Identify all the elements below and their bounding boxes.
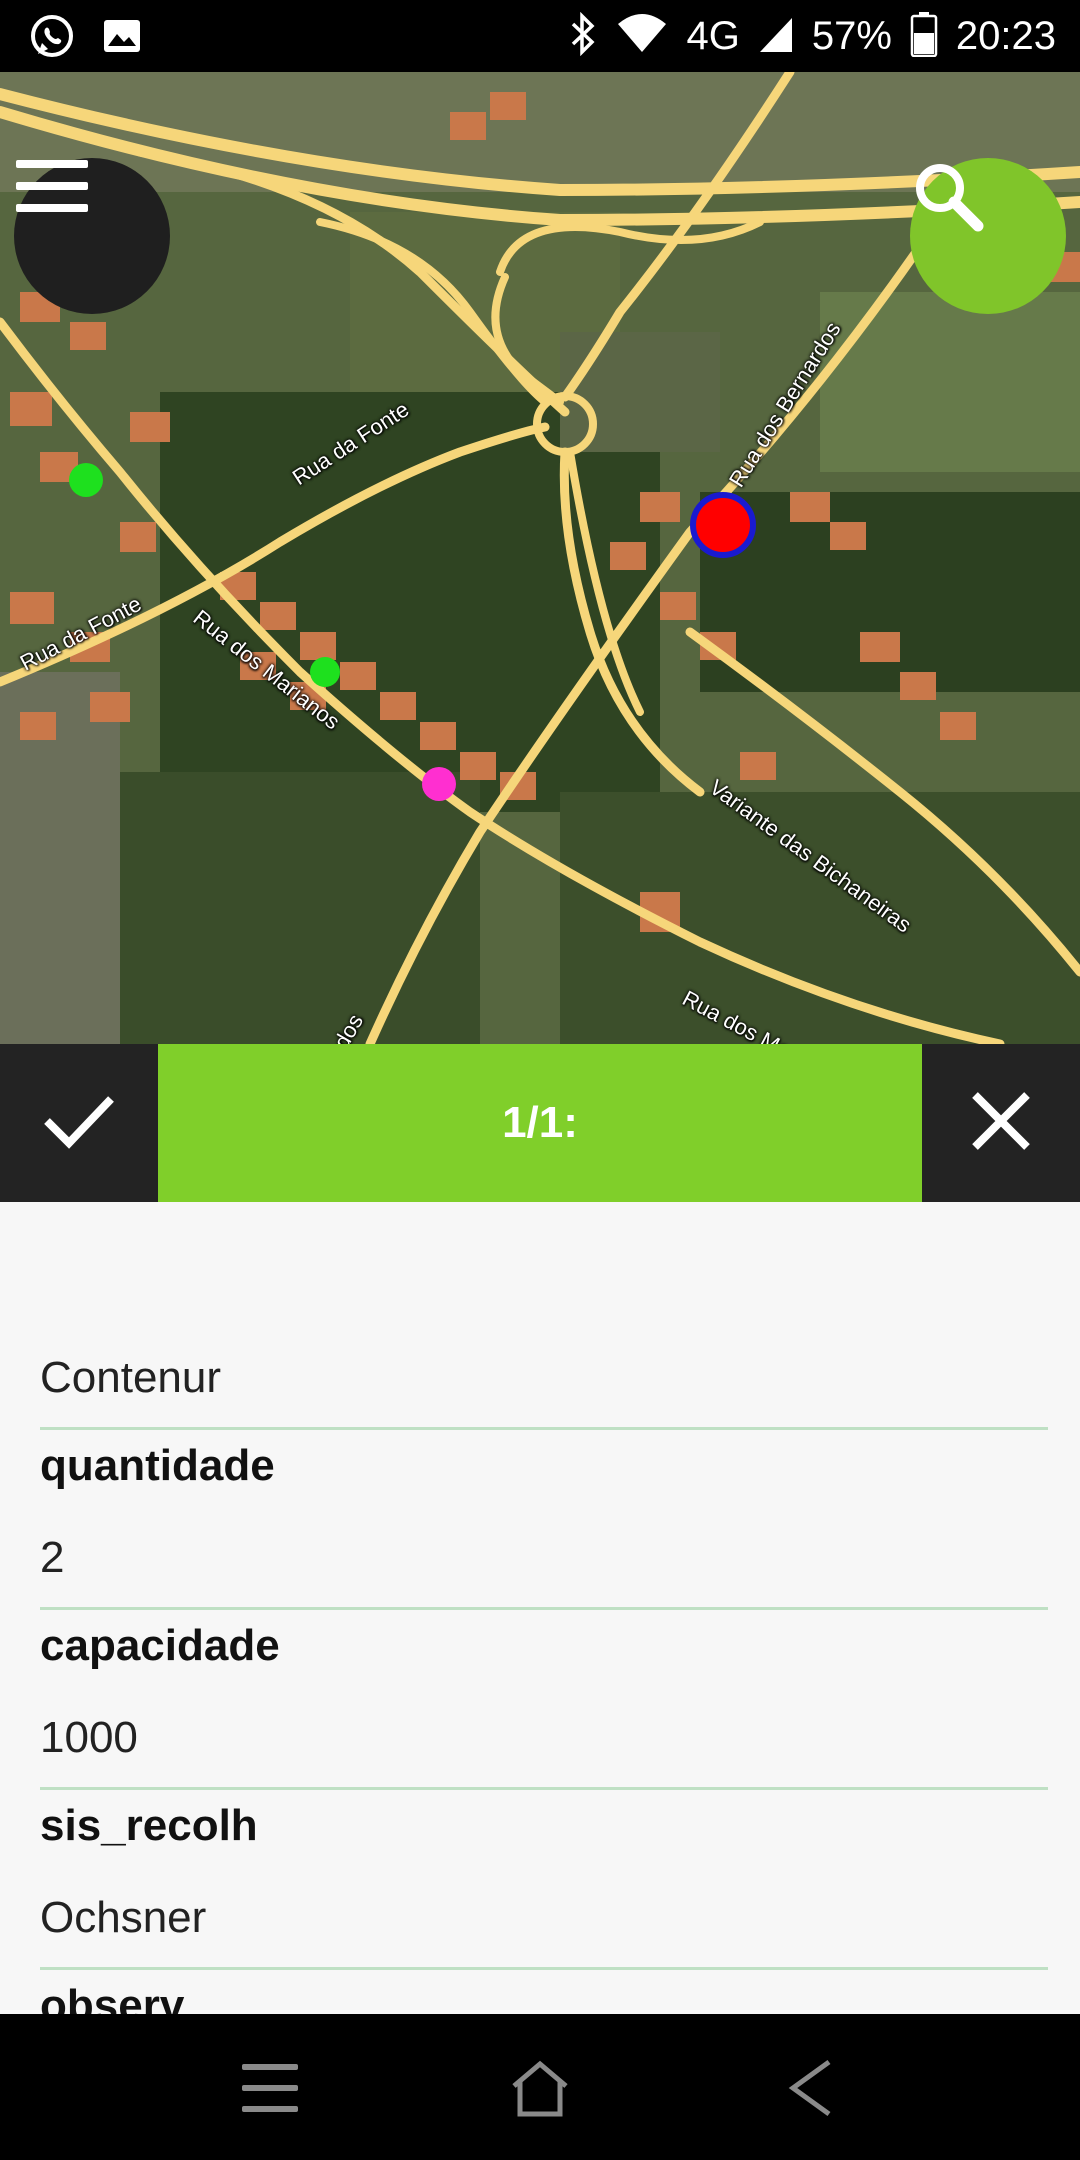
- battery-icon: [910, 11, 938, 62]
- feature-counter-label: 1/1:: [502, 1098, 578, 1147]
- field-value-sis-recolh[interactable]: Ochsner: [40, 1882, 1048, 1970]
- map-marker[interactable]: [310, 657, 340, 687]
- network-type: 4G: [686, 13, 740, 58]
- selected-marker[interactable]: [690, 492, 756, 558]
- battery-percent: 57%: [811, 13, 892, 58]
- confirm-button[interactable]: [0, 1044, 158, 1202]
- first-field-value[interactable]: Contenur: [40, 1342, 1048, 1430]
- feature-action-bar: 1/1:: [0, 1044, 1080, 1202]
- image-icon: [100, 14, 144, 63]
- attribute-form[interactable]: Contenur quantidade 2 capacidade 1000 si…: [0, 1202, 1080, 2014]
- menu-button[interactable]: [14, 158, 170, 314]
- navigation-bar: [0, 2014, 1080, 2160]
- map-view[interactable]: Rua da Fonte Rua da Fonte Rua dos Marian…: [0, 72, 1080, 1044]
- field-label-quantidade: quantidade: [40, 1441, 275, 1490]
- status-bar: 4G 57% 20:23: [0, 0, 1080, 72]
- wifi-icon: [616, 12, 668, 61]
- field-value-capacidade[interactable]: 1000: [40, 1702, 1048, 1790]
- field-value-quantidade[interactable]: 2: [40, 1522, 1048, 1610]
- search-button[interactable]: [910, 158, 1066, 314]
- clock: 20:23: [955, 13, 1056, 58]
- back-icon: [785, 2058, 835, 2123]
- close-button[interactable]: [922, 1044, 1080, 1202]
- home-icon: [510, 2058, 570, 2123]
- recent-apps-button[interactable]: [230, 2050, 310, 2130]
- field-label-sis-recolh: sis_recolh: [40, 1801, 258, 1850]
- check-icon: [43, 1093, 115, 1154]
- map-marker[interactable]: [422, 767, 456, 801]
- recent-apps-icon: [240, 2060, 300, 2121]
- bluetooth-icon: [568, 11, 598, 61]
- feature-counter-title: 1/1:: [158, 1044, 922, 1202]
- field-label-capacidade: capacidade: [40, 1621, 280, 1670]
- whatsapp-icon: [28, 12, 76, 65]
- field-label-observ: observ: [40, 1981, 185, 2014]
- map-marker[interactable]: [69, 463, 103, 497]
- close-icon: [971, 1091, 1031, 1156]
- back-button[interactable]: [770, 2050, 850, 2130]
- signal-icon: [758, 14, 794, 59]
- home-button[interactable]: [500, 2050, 580, 2130]
